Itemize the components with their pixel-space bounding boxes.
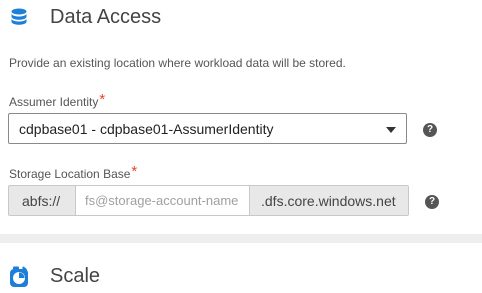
data-access-title: Data Access [50, 6, 162, 28]
assumer-identity-label: Assumer Identity* [9, 91, 106, 110]
gauge-icon [10, 266, 28, 287]
storage-location-input-group: abfs:// .dfs.core.windows.net [8, 185, 409, 216]
assumer-identity-help-icon[interactable]: ? [423, 123, 437, 137]
database-icon [11, 8, 27, 25]
assumer-identity-label-text: Assumer Identity [9, 95, 99, 109]
storage-location-label: Storage Location Base* [9, 163, 138, 182]
storage-suffix-addon: .dfs.core.windows.net [250, 185, 409, 216]
page: Data Access Provide an existing location… [0, 0, 482, 293]
scale-header: Scale [8, 265, 100, 288]
storage-prefix-addon: abfs:// [8, 185, 75, 216]
storage-location-label-text: Storage Location Base [9, 167, 131, 181]
storage-location-help-icon[interactable]: ? [425, 195, 439, 209]
data-access-description: Provide an existing location where workl… [9, 56, 346, 70]
data-access-header: Data Access [8, 6, 161, 29]
section-divider [0, 234, 482, 243]
chevron-down-icon [386, 127, 396, 133]
assumer-identity-select[interactable]: cdpbase01 - cdpbase01-AssumerIdentity [8, 113, 407, 144]
storage-location-input[interactable] [75, 185, 250, 216]
assumer-identity-value: cdpbase01 - cdpbase01-AssumerIdentity [19, 121, 274, 137]
required-mark: * [99, 91, 106, 108]
scale-title: Scale [50, 265, 101, 287]
required-mark: * [131, 163, 138, 180]
